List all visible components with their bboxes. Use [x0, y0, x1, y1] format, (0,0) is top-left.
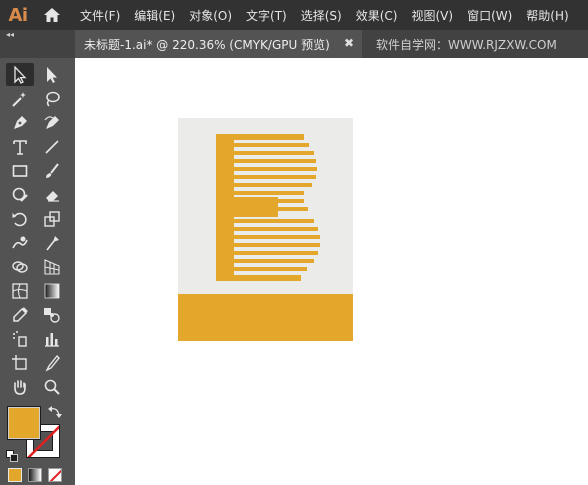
- column-graph-tool-icon[interactable]: [38, 327, 66, 350]
- illustrator-window: Ai 文件(F) 编辑(E) 对象(O) 文字(T) 选择(S) 效果(C) 视…: [0, 0, 588, 485]
- menu-view[interactable]: 视图(V): [411, 7, 453, 24]
- lasso-tool-icon[interactable]: [38, 87, 66, 110]
- gradient-mode-icon[interactable]: [28, 468, 42, 482]
- selection-tool-icon[interactable]: [6, 63, 34, 86]
- line-segment-tool-icon[interactable]: [38, 135, 66, 158]
- artwork-bottom-bar: [178, 294, 353, 341]
- collapse-panel-icon[interactable]: ◂◂: [0, 30, 75, 40]
- canvas[interactable]: [75, 58, 588, 485]
- menu-object[interactable]: 对象(O): [189, 7, 232, 24]
- document-tab-bar: ◂◂ 未标题-1.ai* @ 220.36% (CMYK/GPU 预览) ✖ 软…: [0, 30, 588, 58]
- curvature-tool-icon[interactable]: [38, 111, 66, 134]
- magic-wand-tool-icon[interactable]: [6, 87, 34, 110]
- tab-document[interactable]: 未标题-1.ai* @ 220.36% (CMYK/GPU 预览) ✖: [75, 30, 362, 58]
- b-letter-artwork: [216, 134, 320, 281]
- pen-tool-icon[interactable]: [6, 111, 34, 134]
- direct-selection-tool-icon[interactable]: [38, 63, 66, 86]
- rotate-tool-icon[interactable]: [6, 207, 34, 230]
- menu-bar: Ai 文件(F) 编辑(E) 对象(O) 文字(T) 选择(S) 效果(C) 视…: [0, 0, 588, 30]
- menu-window[interactable]: 窗口(W): [467, 7, 512, 24]
- home-icon[interactable]: [36, 0, 68, 30]
- perspective-grid-tool-icon[interactable]: [38, 255, 66, 278]
- paintbrush-tool-icon[interactable]: [38, 159, 66, 182]
- shape-builder-tool-icon[interactable]: [6, 255, 34, 278]
- blend-tool-icon[interactable]: [38, 303, 66, 326]
- shaper-tool-icon[interactable]: [6, 183, 34, 206]
- menu-items: 文件(F) 编辑(E) 对象(O) 文字(T) 选择(S) 效果(C) 视图(V…: [80, 7, 583, 24]
- gradient-tool-icon[interactable]: [38, 279, 66, 302]
- default-fill-stroke-icon[interactable]: [6, 447, 18, 462]
- app-logo: Ai: [8, 4, 28, 26]
- menu-edit[interactable]: 编辑(E): [134, 7, 175, 24]
- eraser-tool-icon[interactable]: [38, 183, 66, 206]
- menu-effect[interactable]: 效果(C): [356, 7, 398, 24]
- slice-tool-icon[interactable]: [38, 351, 66, 374]
- menu-file[interactable]: 文件(F): [80, 7, 120, 24]
- zoom-tool-icon[interactable]: [38, 375, 66, 398]
- rectangle-tool-icon[interactable]: [6, 159, 34, 182]
- tools-panel: [0, 58, 75, 485]
- menu-help[interactable]: 帮助(H): [526, 7, 568, 24]
- tab-other[interactable]: 软件自学网：WWW.RJZXW.COM: [376, 30, 557, 58]
- menu-select[interactable]: 选择(S): [301, 7, 342, 24]
- symbol-sprayer-tool-icon[interactable]: [6, 327, 34, 350]
- fill-swatch[interactable]: [7, 406, 41, 440]
- puppet-warp-tool-icon[interactable]: [38, 231, 66, 254]
- artboard-tool-icon[interactable]: [6, 351, 34, 374]
- warp-tool-icon[interactable]: [6, 231, 34, 254]
- menu-type[interactable]: 文字(T): [246, 7, 287, 24]
- scale-tool-icon[interactable]: [38, 207, 66, 230]
- tab-document-label: 未标题-1.ai* @ 220.36% (CMYK/GPU 预览): [84, 37, 330, 52]
- hand-tool-icon[interactable]: [6, 375, 34, 398]
- color-mode-icon[interactable]: [8, 468, 22, 482]
- none-mode-icon[interactable]: [48, 468, 62, 482]
- type-tool-icon[interactable]: [6, 135, 34, 158]
- swap-fill-stroke-icon[interactable]: [48, 404, 62, 418]
- mesh-tool-icon[interactable]: [6, 279, 34, 302]
- close-icon[interactable]: ✖: [344, 36, 354, 50]
- eyedropper-tool-icon[interactable]: [6, 303, 34, 326]
